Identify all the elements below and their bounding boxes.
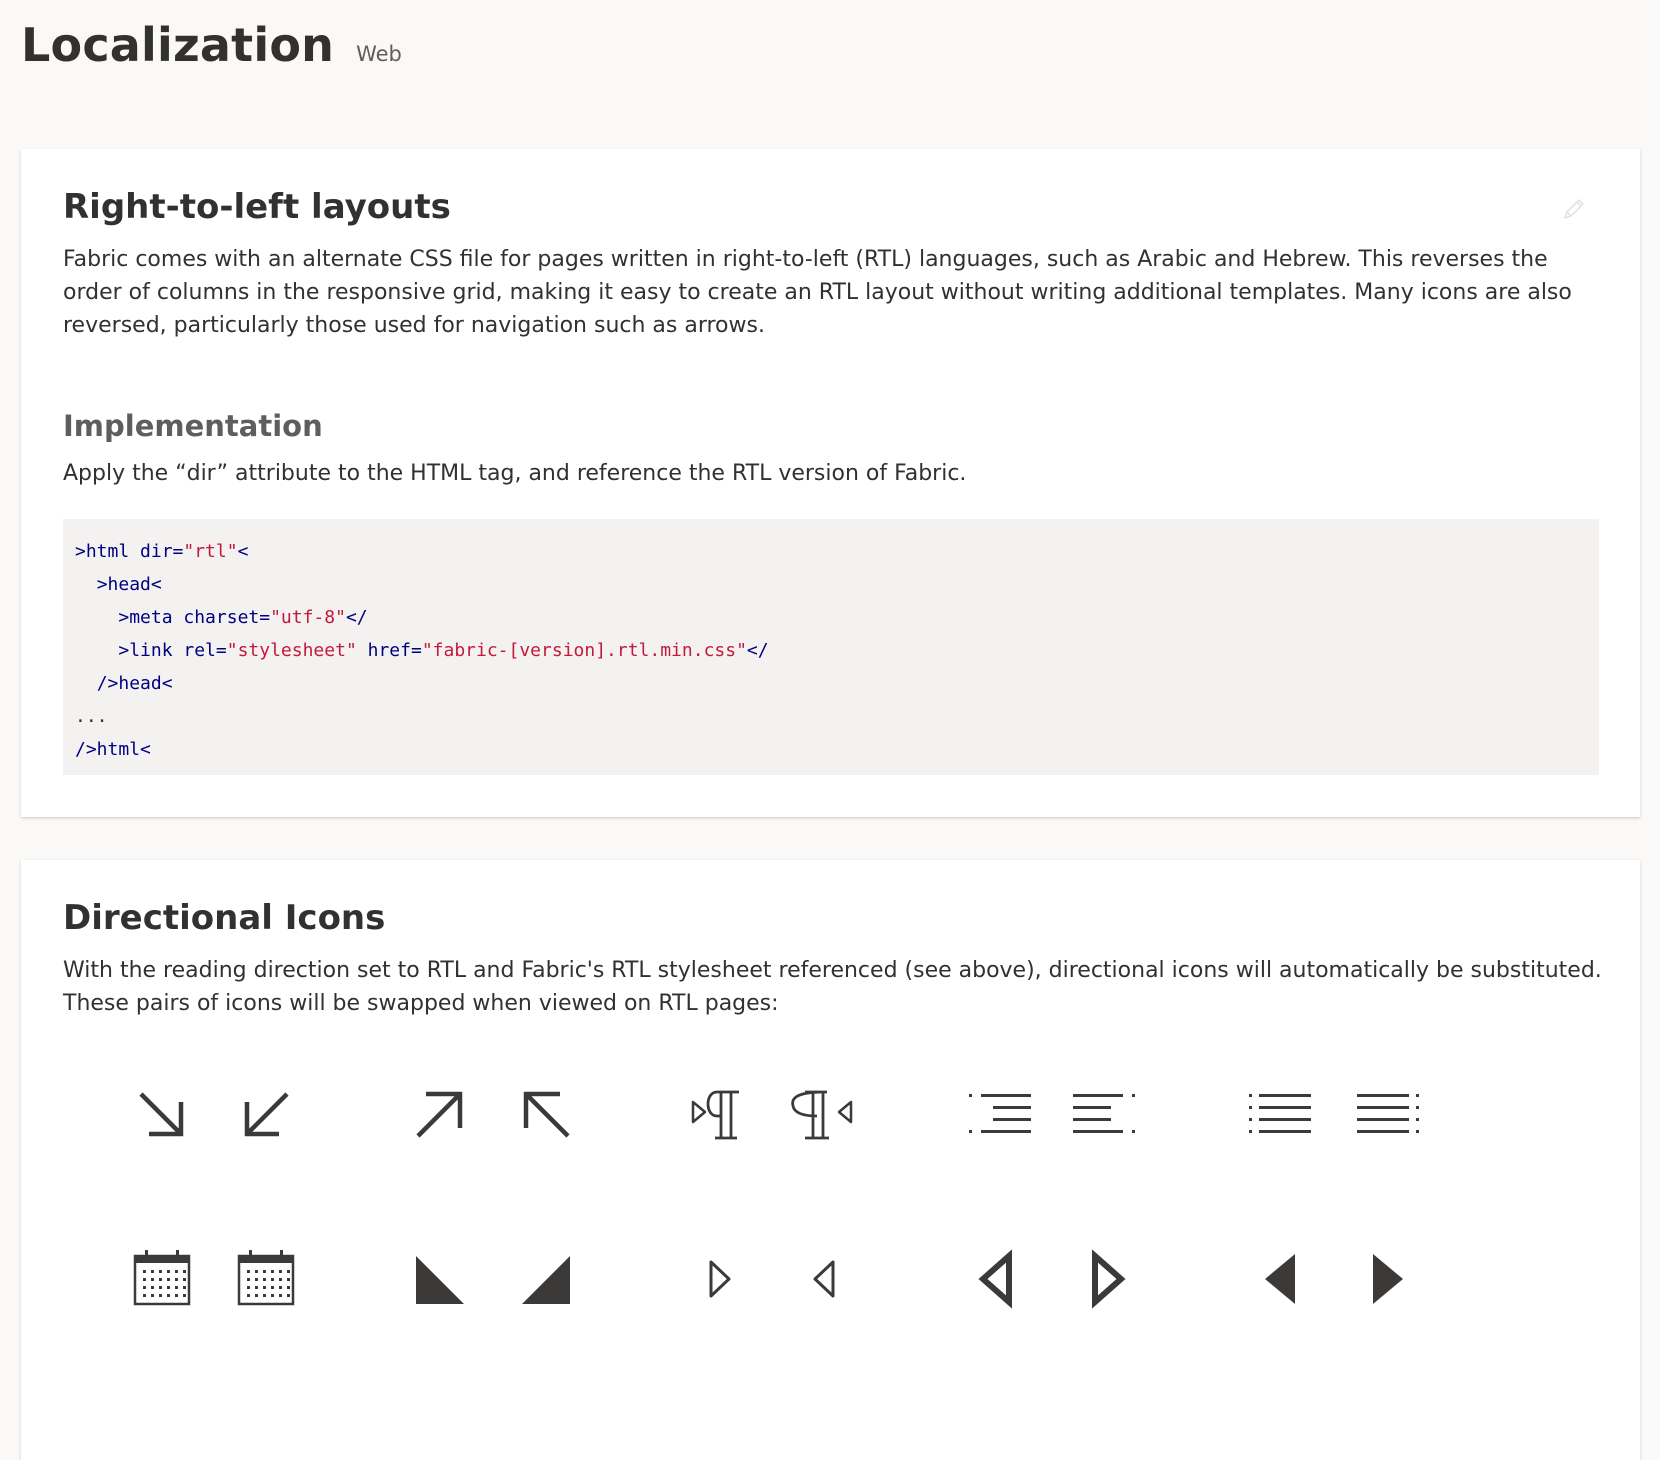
caret-right-bold-outline-icon [1069, 1244, 1139, 1314]
icon-pair [127, 1080, 407, 1180]
code-line: >head< [75, 568, 1587, 601]
icons-section-description: With the reading direction set to RTL an… [63, 958, 1602, 1016]
code-line: >meta charset="utf-8"</ [75, 601, 1587, 634]
code-line: />html< [75, 733, 1587, 766]
calendar-ltr-icon [127, 1244, 197, 1314]
paragraph-ltr-icon [685, 1080, 755, 1150]
caret-left-bold-outline-icon [965, 1244, 1035, 1314]
icon-pair [406, 1080, 686, 1180]
code-string: "fabric-[version].rtl.min.css" [421, 640, 747, 661]
caret-right-solid-icon [1351, 1244, 1421, 1314]
icon-pair [965, 1244, 1245, 1344]
icon-pair [1247, 1080, 1527, 1180]
code-token: />head< [96, 673, 173, 694]
justify-left-icon [1351, 1080, 1421, 1150]
icon-pair [685, 1080, 965, 1180]
page-header: Localization Web [21, 18, 402, 88]
code-string: "rtl" [183, 541, 238, 562]
code-sample: >html dir="rtl"< >head< >meta charset="u… [63, 519, 1599, 775]
directional-icons-grid [21, 1080, 1640, 1460]
caret-left-solid-icon [1247, 1244, 1317, 1314]
code-token: </ [345, 607, 368, 628]
icon-pair [1247, 1244, 1527, 1344]
edit-button[interactable] [1558, 193, 1590, 225]
code-line: >link rel="stylesheet" href="fabric-[ver… [75, 634, 1587, 667]
rtl-section-description: Fabric comes with an alternate CSS file … [63, 247, 1572, 338]
code-token: >meta charset= [118, 607, 271, 628]
code-token: >html dir= [75, 541, 184, 562]
icon-pair [965, 1080, 1245, 1180]
code-token: />html< [75, 739, 151, 760]
code-token: >link rel= [118, 640, 227, 661]
directional-icons-card: Directional Icons With the reading direc… [21, 860, 1640, 1460]
implementation-description: Apply the “dir” attribute to the HTML ta… [63, 461, 967, 486]
edit-pencil-icon [1564, 199, 1584, 219]
icon-pair [685, 1244, 965, 1344]
code-line: >html dir="rtl"< [75, 535, 1587, 568]
code-token: ... [75, 706, 108, 727]
paragraph-rtl-icon [789, 1080, 859, 1150]
align-left-icon [1069, 1080, 1139, 1150]
triangle-corner-left-icon [406, 1244, 476, 1314]
arrow-up-right-icon [406, 1080, 476, 1150]
caret-left-outline-icon [789, 1244, 859, 1314]
arrow-up-left-icon [510, 1080, 580, 1150]
code-token: >head< [96, 574, 162, 595]
align-right-icon [965, 1080, 1035, 1150]
triangle-corner-right-icon [510, 1244, 580, 1314]
justify-right-icon [1247, 1080, 1317, 1150]
code-string: "stylesheet" [226, 640, 357, 661]
icon-pair [406, 1244, 686, 1344]
code-token: href= [356, 640, 422, 661]
arrow-down-left-icon [231, 1080, 301, 1150]
code-token: </ [746, 640, 769, 661]
rtl-section-title: Right-to-left layouts [63, 187, 451, 227]
page-title: Localization [21, 18, 335, 72]
caret-right-outline-icon [685, 1244, 755, 1314]
implementation-title: Implementation [63, 409, 323, 443]
platform-label: Web [356, 42, 402, 66]
icon-pair [127, 1244, 407, 1344]
rtl-layouts-card: Right-to-left layouts Fabric comes with … [21, 149, 1640, 817]
code-line: />head< [75, 667, 1587, 700]
icons-section-title: Directional Icons [63, 898, 386, 938]
code-string: "utf-8" [270, 607, 346, 628]
code-token: < [237, 541, 249, 562]
arrow-down-right-icon [127, 1080, 197, 1150]
calendar-rtl-icon [231, 1244, 301, 1314]
code-line: ... [75, 700, 1587, 733]
